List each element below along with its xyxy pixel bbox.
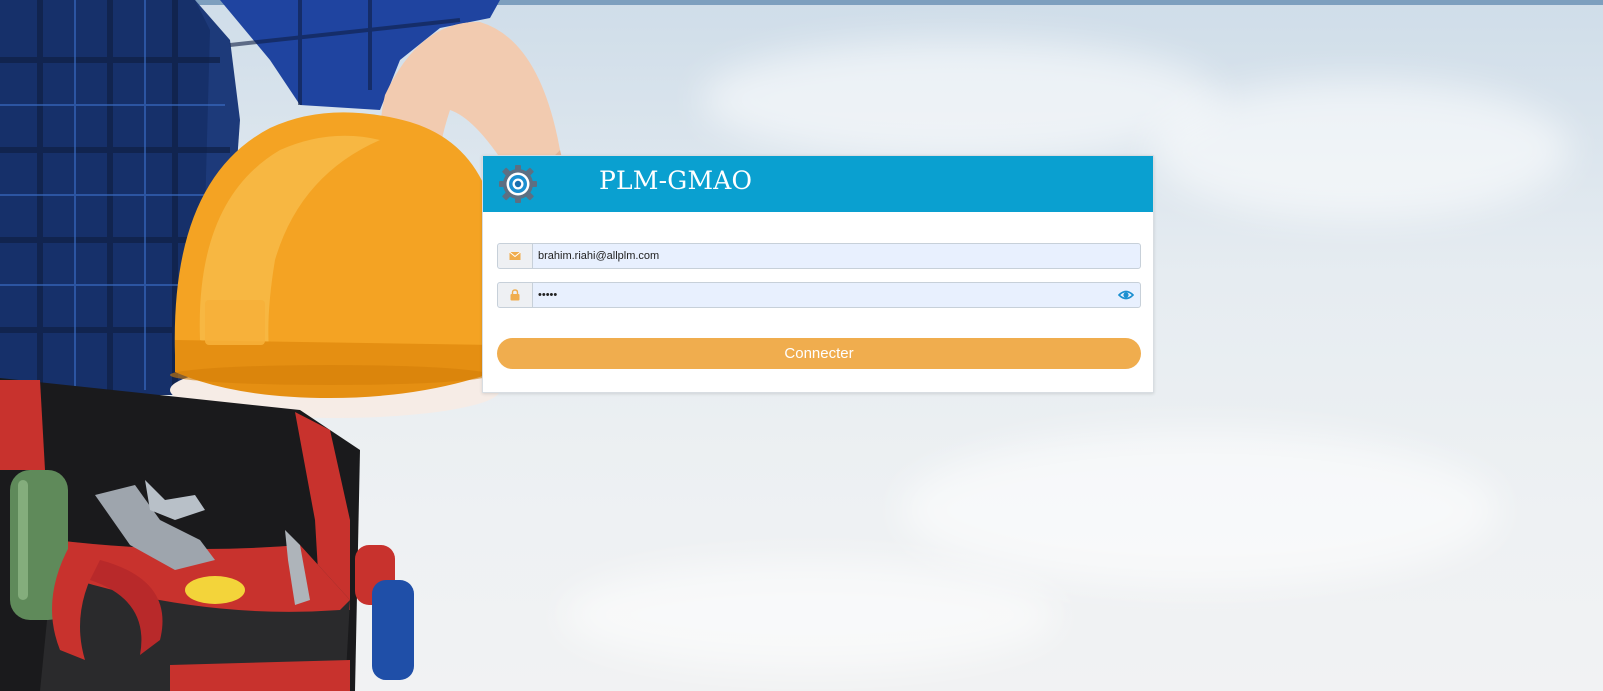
- lock-icon: [510, 289, 520, 301]
- email-addon: [498, 244, 533, 268]
- password-field: [497, 282, 1141, 308]
- background-cloud: [560, 560, 1060, 670]
- app-title: PLM-GMAO: [599, 166, 753, 195]
- connect-button[interactable]: Connecter: [497, 338, 1141, 369]
- login-card: PLM-GMAO Conne: [482, 155, 1154, 393]
- password-input[interactable]: [538, 283, 1098, 307]
- eye-icon[interactable]: [1118, 288, 1134, 302]
- login-header: PLM-GMAO: [483, 156, 1153, 212]
- gear-logo-icon: [499, 165, 537, 203]
- login-page: PLM-GMAO Conne: [0, 0, 1603, 691]
- background-cloud: [1150, 80, 1570, 220]
- background-cloud: [700, 40, 1220, 160]
- email-input[interactable]: [538, 244, 1098, 268]
- password-addon: [498, 283, 533, 307]
- background-cloud: [900, 430, 1500, 590]
- email-field: [497, 243, 1141, 269]
- envelope-icon: [509, 251, 521, 260]
